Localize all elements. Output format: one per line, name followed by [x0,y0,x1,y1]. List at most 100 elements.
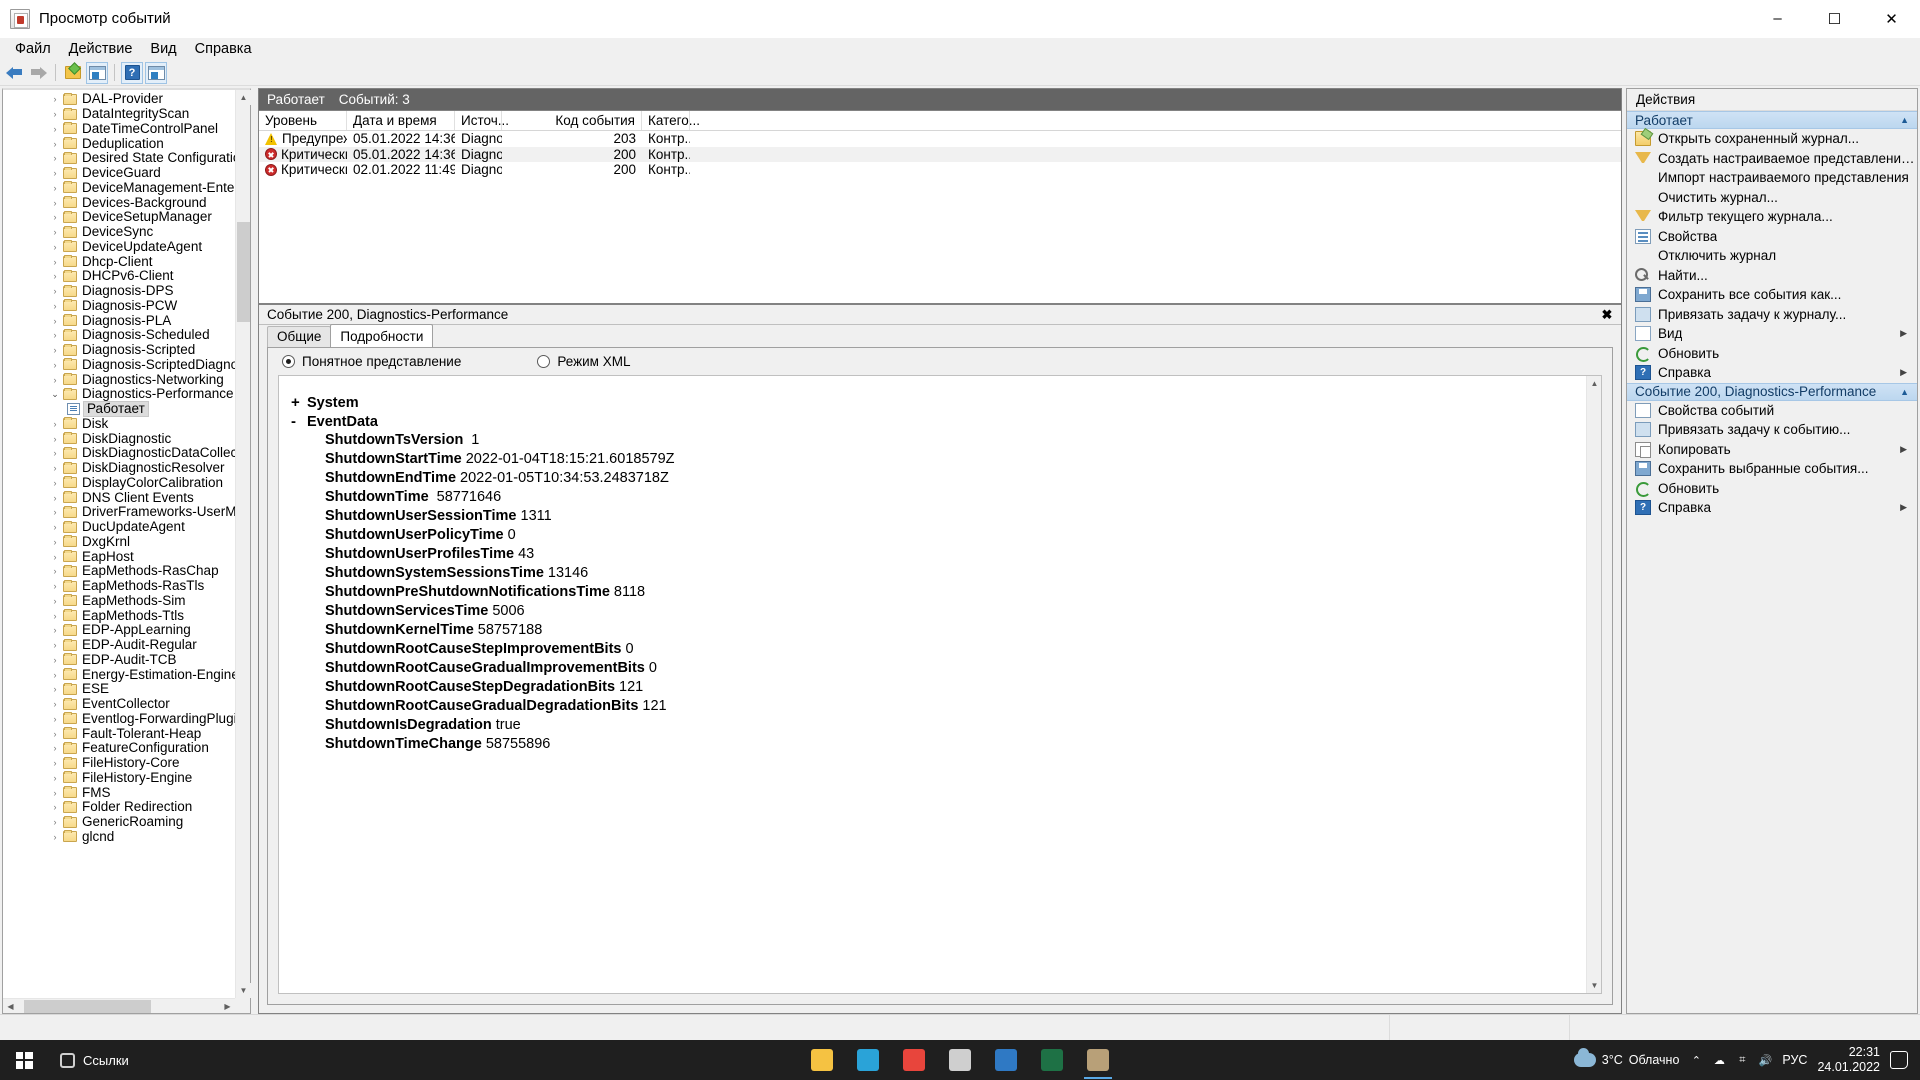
chevron-right-icon[interactable]: › [49,654,61,666]
chevron-right-icon[interactable]: › [49,787,61,799]
onedrive-icon[interactable]: ☁ [1712,1053,1726,1067]
tree-item-diskdiagnosticdatacollector[interactable]: › DiskDiagnosticDataCollector [3,446,251,461]
chevron-right-icon[interactable]: › [49,713,61,725]
column-header-4[interactable]: Катего... [642,111,700,130]
tree-item-desired-state-configuration[interactable]: › Desired State Configuration [3,151,250,166]
tree-item-fault-tolerant-heap[interactable]: › Fault-Tolerant-Heap [3,726,250,741]
chevron-right-icon[interactable]: ▶ [1900,328,1907,339]
tree-item-filehistory-engine[interactable]: › FileHistory-Engine [3,770,250,786]
chevron-right-icon[interactable]: › [49,285,61,297]
chevron-right-icon[interactable]: › [49,580,61,592]
chevron-right-icon[interactable]: › [49,241,61,253]
xml-node-eventdata[interactable]: - EventData [291,413,1601,432]
help-button[interactable]: ? [121,61,143,84]
minimize-button[interactable]: – [1749,0,1806,38]
chevron-right-icon[interactable]: › [49,359,61,371]
chevron-right-icon[interactable]: › [49,521,61,533]
table-row[interactable]: Критический 05.01.2022 14:36:49 Diagno... 2… [259,146,1621,162]
chevron-up-icon[interactable]: ⌃ [1689,1053,1703,1067]
action-item-1-4[interactable]: Обновить [1627,479,1917,499]
tree-item-ese[interactable]: › ESE [3,682,250,697]
chevron-right-icon[interactable]: › [49,447,61,459]
chevron-right-icon[interactable]: › [49,831,61,843]
chevron-right-icon[interactable]: › [49,728,61,740]
action-item-0-9[interactable]: Привязать задачу к журналу... [1627,305,1917,325]
show-hide-pane-button[interactable] [145,61,167,84]
chevron-right-icon[interactable]: › [49,123,61,135]
taskbar-edge-icon[interactable] [848,1040,888,1080]
action-item-0-3[interactable]: Очистить журнал... [1627,188,1917,208]
tree-item-dhcpv6-client[interactable]: › DHCPv6-Client [3,269,250,284]
xml-node-system[interactable]: + System [291,394,1601,413]
chevron-right-icon[interactable]: › [49,462,61,474]
action-item-0-10[interactable]: Вид ▶ [1627,324,1917,344]
action-item-0-5[interactable]: Свойства [1627,227,1917,247]
tree-item-deviceguard[interactable]: › DeviceGuard [3,166,250,181]
chevron-right-icon[interactable]: › [49,152,61,164]
details-scroll-down-button[interactable]: ▼ [1587,978,1601,993]
tree-item-genericroaming[interactable]: › GenericRoaming [3,815,250,830]
tree-vertical-scrollbar[interactable]: ▲ ▼ [235,90,251,998]
chevron-right-icon[interactable]: › [49,816,61,828]
forward-button[interactable] [27,62,49,84]
chevron-right-icon[interactable]: › [49,93,61,105]
chevron-right-icon[interactable]: › [49,683,61,695]
chevron-right-icon[interactable]: › [49,329,61,341]
chevron-right-icon[interactable]: › [49,757,61,769]
chevron-right-icon[interactable]: › [49,772,61,784]
tree-item-diskdiagnostic[interactable]: › DiskDiagnostic [3,431,250,446]
tree-item-devices-background[interactable]: › Devices-Background [3,195,250,210]
chevron-right-icon[interactable]: › [49,344,61,356]
actions-group-header-0[interactable]: Работает ▲ [1627,111,1917,129]
tree-item-diagnosis-scheduled[interactable]: › Diagnosis-Scheduled [3,328,250,343]
chevron-right-icon[interactable]: › [49,492,61,504]
chevron-right-icon[interactable]: › [49,197,61,209]
tree-item-featureconfiguration[interactable]: › FeatureConfiguration [3,741,250,756]
tree-item-eapmethods-raschap[interactable]: › EapMethods-RasChap [3,564,250,579]
action-item-0-7[interactable]: Найти... [1627,266,1917,286]
action-item-0-11[interactable]: Обновить [1627,344,1917,364]
tree-scroll-up-button[interactable]: ▲ [236,90,251,105]
action-item-1-1[interactable]: Привязать задачу к событию... [1627,420,1917,440]
taskbar-file-explorer-icon[interactable] [802,1040,842,1080]
tree-vscroll-thumb[interactable] [237,222,250,322]
tree-item-edp-audit-regular[interactable]: › EDP-Audit-Regular [3,638,250,653]
tree-item-eventlog-forwardingplugin[interactable]: › Eventlog-ForwardingPlugin [3,711,250,727]
tree-item-diagnosis-pcw[interactable]: › Diagnosis-PCW [3,298,250,314]
action-item-0-6[interactable]: Отключить журнал [1627,246,1917,266]
tree-item-diagnostics-performance[interactable]: ⌄ Diagnostics-Performance [3,387,250,402]
tree-item-eaphost[interactable]: › EapHost [3,549,250,564]
tree-item-deduplication[interactable]: › Deduplication [3,136,250,151]
taskbar-event-viewer-icon[interactable] [1078,1040,1118,1080]
maximize-button[interactable]: ☐ [1806,0,1863,38]
tree-item-dataintegrityscan[interactable]: › DataIntegrityScan [3,107,250,122]
action-item-1-5[interactable]: ? Справка ▶ [1627,498,1917,518]
tree-item-devicesync[interactable]: › DeviceSync [3,225,250,240]
radio-xml-view[interactable]: Режим XML [537,354,630,369]
chevron-right-icon[interactable]: › [49,167,61,179]
language-indicator[interactable]: РУС [1782,1053,1807,1067]
tree-item-eapmethods-ttls[interactable]: › EapMethods-Ttls [3,608,250,623]
taskbar-excel-icon[interactable] [1032,1040,1072,1080]
action-item-1-0[interactable]: Свойства событий [1627,401,1917,421]
chevron-right-icon[interactable]: › [49,270,61,282]
tree-item-filehistory-core[interactable]: › FileHistory-Core [3,756,250,771]
action-item-1-3[interactable]: Сохранить выбранные события... [1627,459,1917,479]
action-item-1-2[interactable]: Копировать ▶ [1627,440,1917,460]
open-saved-log-button[interactable] [62,62,84,84]
chevron-right-icon[interactable]: › [49,211,61,223]
chevron-right-icon[interactable]: ▶ [1900,444,1907,455]
tree-item-diagnosis-scripted[interactable]: › Diagnosis-Scripted [3,343,250,358]
chevron-right-icon[interactable]: › [49,182,61,194]
column-header-0[interactable]: Уровень [259,111,347,130]
chevron-right-icon[interactable]: › [49,669,61,681]
chevron-right-icon[interactable]: › [49,639,61,651]
details-scroll-up-button[interactable]: ▲ [1587,376,1601,391]
chevron-right-icon[interactable]: › [49,433,61,445]
chevron-right-icon[interactable]: › [49,801,61,813]
chevron-right-icon[interactable]: › [49,506,61,518]
table-row[interactable]: Предупреж... 05.01.2022 14:36:49 Diagno...… [259,131,1621,147]
action-item-0-2[interactable]: Импорт настраиваемого представления [1627,168,1917,188]
chevron-right-icon[interactable]: › [49,742,61,754]
collapse-icon[interactable]: - [291,413,307,430]
